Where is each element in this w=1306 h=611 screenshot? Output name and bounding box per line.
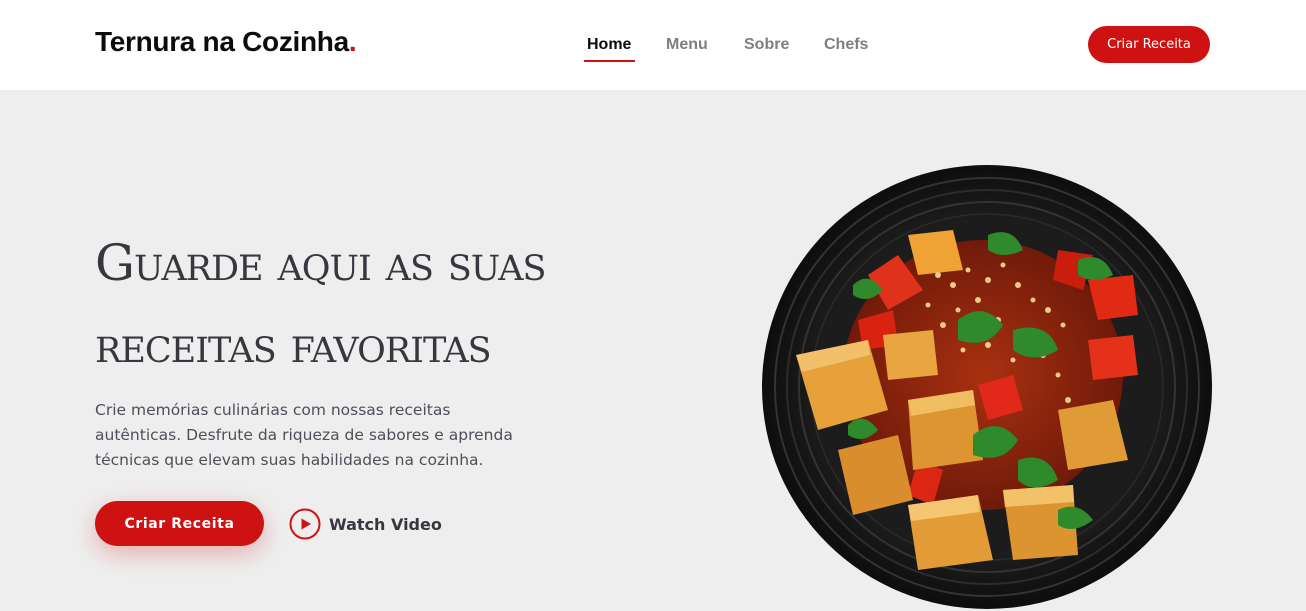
hero-section: Guarde aqui as suas receitas favoritas C… <box>0 90 1306 611</box>
hero-description: Crie memórias culinárias com nossas rece… <box>95 401 513 469</box>
hero-create-recipe-button[interactable]: Criar Receita <box>95 501 264 546</box>
watch-video-label: Watch Video <box>329 514 442 534</box>
hero-title-line2: receitas favoritas <box>95 316 492 374</box>
nav-menu[interactable]: Menu <box>666 36 708 54</box>
hero-title: Guarde aqui as suas receitas favoritas <box>95 222 565 386</box>
watch-video-link[interactable]: Watch Video <box>289 508 442 540</box>
site-header: Ternura na Cozinha. Home Menu Sobre Chef… <box>0 0 1306 90</box>
nav-sobre[interactable]: Sobre <box>744 36 789 54</box>
nav-chefs[interactable]: Chefs <box>824 36 868 54</box>
dish-image <box>762 165 1212 609</box>
hero-title-line1: Guarde aqui as suas <box>95 234 546 292</box>
play-circle-icon <box>289 508 321 540</box>
nav-active-indicator <box>584 60 635 62</box>
nav-home[interactable]: Home <box>587 36 631 54</box>
header-create-recipe-button[interactable]: Criar Receita <box>1088 26 1210 63</box>
